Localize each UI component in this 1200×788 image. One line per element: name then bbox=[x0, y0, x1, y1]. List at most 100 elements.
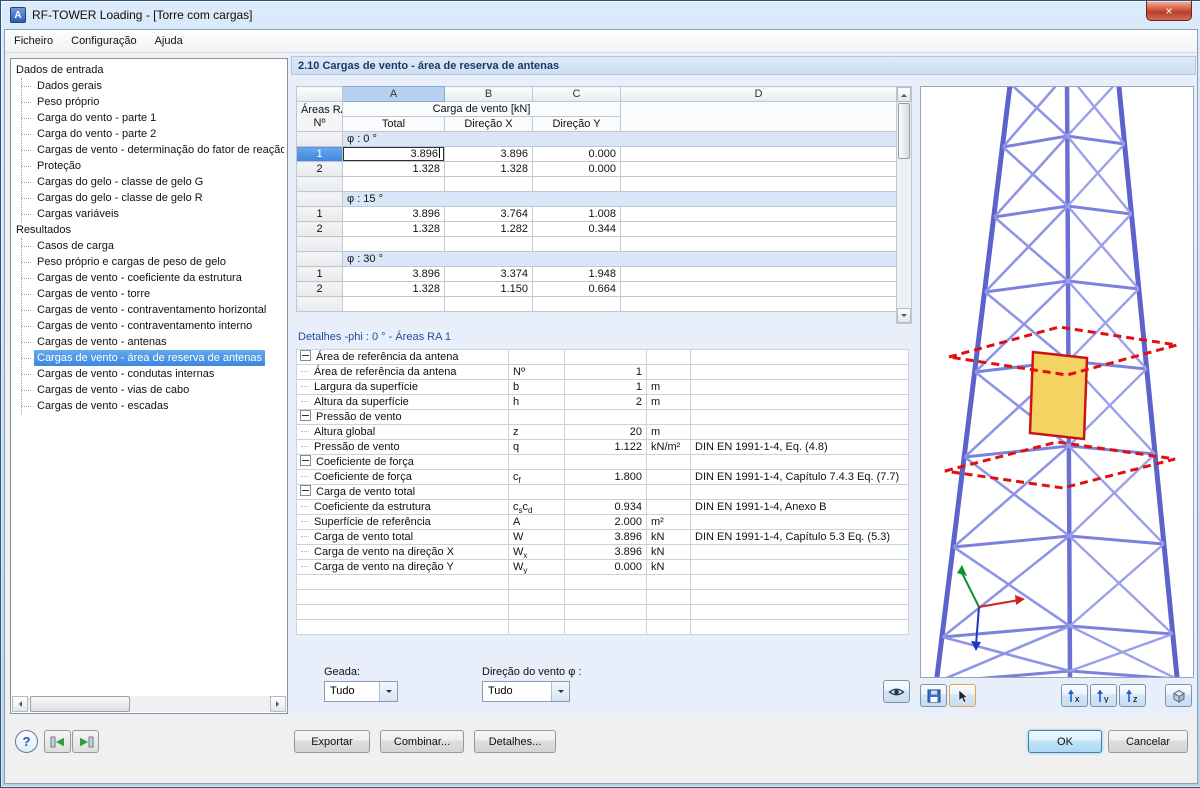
row-header[interactable] bbox=[296, 251, 343, 267]
table-cell[interactable] bbox=[342, 176, 445, 192]
row-header[interactable]: 2 bbox=[296, 281, 343, 297]
tree-item[interactable]: Cargas de vento - área de reserva de ant… bbox=[22, 350, 284, 366]
table-cell[interactable] bbox=[532, 176, 621, 192]
tree-item[interactable]: Cargas de vento - contraventamento inter… bbox=[22, 318, 284, 334]
phi-section-row[interactable]: φ : 0 ° bbox=[296, 131, 897, 147]
phi-section-row[interactable]: φ : 30 ° bbox=[296, 251, 897, 267]
table-cell[interactable] bbox=[620, 146, 897, 162]
table-cell[interactable] bbox=[620, 221, 897, 237]
tree-item[interactable]: Cargas de vento - escadas bbox=[22, 398, 284, 414]
view-y-button[interactable]: y bbox=[1090, 684, 1117, 707]
tree-section-label[interactable]: Dados de entrada bbox=[14, 62, 284, 78]
details-group-row[interactable]: Área de referência da antena bbox=[296, 349, 909, 365]
table-cell[interactable] bbox=[532, 296, 621, 312]
column-letter-header[interactable]: D bbox=[620, 86, 897, 102]
table-cell[interactable] bbox=[620, 296, 897, 312]
table-row[interactable]: 1 3.896 3.896 0.000 bbox=[296, 146, 897, 162]
ok-button[interactable]: OK bbox=[1028, 730, 1102, 753]
tree-section-label[interactable]: Resultados bbox=[14, 222, 284, 238]
row-header[interactable] bbox=[296, 191, 343, 207]
row-header[interactable]: 2 bbox=[296, 161, 343, 177]
tree-item[interactable]: Peso próprio bbox=[22, 94, 284, 110]
tree-item[interactable]: Cargas de vento - condutas internas bbox=[22, 366, 284, 382]
collapse-icon[interactable] bbox=[300, 485, 311, 496]
show-graphic-button[interactable] bbox=[883, 680, 910, 703]
column-letter-header[interactable]: B bbox=[444, 86, 533, 102]
menu-item[interactable]: Configuração bbox=[62, 31, 145, 51]
table-row[interactable]: 1 3.896 3.374 1.948 bbox=[296, 266, 897, 282]
save-image-button[interactable] bbox=[920, 684, 947, 707]
wind-loads-table[interactable]: ABCDÁreas RANºCarga de vento [kN]TotalDi… bbox=[296, 86, 897, 312]
table-row[interactable]: 2 1.328 1.328 0.000 bbox=[296, 161, 897, 177]
tree-item[interactable]: Cargas variáveis bbox=[22, 206, 284, 222]
table-cell[interactable]: 3.896 bbox=[342, 206, 445, 222]
details-group-row[interactable]: Carga de vento total bbox=[296, 484, 909, 500]
scroll-up-button[interactable] bbox=[897, 87, 911, 102]
pointer-mode-button[interactable] bbox=[949, 684, 976, 707]
geada-select[interactable]: Tudo bbox=[324, 681, 398, 702]
help-button[interactable]: ? bbox=[15, 730, 38, 753]
row-header[interactable] bbox=[296, 296, 343, 312]
column-letter-header[interactable]: A bbox=[342, 86, 445, 102]
scrollbar-thumb[interactable] bbox=[898, 103, 910, 159]
tree-item[interactable]: Peso próprio e cargas de peso de gelo bbox=[22, 254, 284, 270]
row-header[interactable] bbox=[296, 131, 343, 147]
table-cell[interactable] bbox=[620, 281, 897, 297]
table-row[interactable]: 2 1.328 1.282 0.344 bbox=[296, 221, 897, 237]
table-cell[interactable]: 0.000 bbox=[532, 161, 621, 177]
details-button[interactable]: Detalhes... bbox=[474, 730, 556, 753]
chevron-down-icon[interactable] bbox=[379, 682, 397, 701]
tree-item[interactable]: Proteção bbox=[22, 158, 284, 174]
table-cell[interactable] bbox=[620, 206, 897, 222]
collapse-icon[interactable] bbox=[300, 455, 311, 466]
close-button[interactable]: × bbox=[1146, 1, 1192, 21]
tree-item[interactable]: Cargas de vento - antenas bbox=[22, 334, 284, 350]
scrollbar-track[interactable] bbox=[28, 696, 270, 712]
tree-item[interactable]: Cargas de vento - contraventamento horiz… bbox=[22, 302, 284, 318]
row-header[interactable]: 2 bbox=[296, 221, 343, 237]
previous-module-button[interactable] bbox=[44, 730, 71, 753]
collapse-icon[interactable] bbox=[300, 410, 311, 421]
table-cell[interactable]: 1.328 bbox=[342, 281, 445, 297]
table-row[interactable]: 1 3.896 3.764 1.008 bbox=[296, 206, 897, 222]
table-cell[interactable]: 0.000 bbox=[532, 146, 621, 162]
tree-item[interactable]: Casos de carga bbox=[22, 238, 284, 254]
table-cell[interactable]: 3.896 bbox=[444, 146, 533, 162]
details-group-row[interactable]: Coeficiente de força bbox=[296, 454, 909, 470]
column-letter-header[interactable]: C bbox=[532, 86, 621, 102]
export-button[interactable]: Exportar bbox=[294, 730, 370, 753]
combine-button[interactable]: Combinar... bbox=[380, 730, 464, 753]
table-cell[interactable]: 1.328 bbox=[444, 161, 533, 177]
details-group-row[interactable]: Pressão de vento bbox=[296, 409, 909, 425]
tree-item[interactable]: Cargas do gelo - classe de gelo G bbox=[22, 174, 284, 190]
tree-item[interactable]: Carga do vento - parte 1 bbox=[22, 110, 284, 126]
table-cell[interactable]: 1.282 bbox=[444, 221, 533, 237]
table-cell[interactable] bbox=[444, 176, 533, 192]
tower-3d-view[interactable] bbox=[920, 86, 1194, 678]
table-cell[interactable] bbox=[444, 296, 533, 312]
table-cell[interactable]: 1.150 bbox=[444, 281, 533, 297]
table-cell[interactable] bbox=[620, 176, 897, 192]
tree-item[interactable]: Dados gerais bbox=[22, 78, 284, 94]
scroll-right-button[interactable] bbox=[270, 696, 286, 712]
view-x-button[interactable]: x bbox=[1061, 684, 1088, 707]
table-cell[interactable] bbox=[532, 236, 621, 252]
menu-item[interactable]: Ajuda bbox=[146, 31, 192, 51]
row-header[interactable]: 1 bbox=[296, 266, 343, 282]
tree-item[interactable]: Cargas do gelo - classe de gelo R bbox=[22, 190, 284, 206]
table-cell[interactable] bbox=[620, 161, 897, 177]
tree-item[interactable]: Cargas de vento - torre bbox=[22, 286, 284, 302]
row-header[interactable] bbox=[296, 236, 343, 252]
chevron-down-icon[interactable] bbox=[551, 682, 569, 701]
table-cell[interactable]: 1.008 bbox=[532, 206, 621, 222]
scroll-left-button[interactable] bbox=[12, 696, 28, 712]
scrollbar-thumb[interactable] bbox=[30, 696, 130, 712]
table-cell[interactable]: 3.764 bbox=[444, 206, 533, 222]
row-header[interactable]: 1 bbox=[296, 206, 343, 222]
wind-direction-select[interactable]: Tudo bbox=[482, 681, 570, 702]
scroll-down-button[interactable] bbox=[897, 308, 911, 323]
table-cell[interactable]: 1.328 bbox=[342, 161, 445, 177]
table-cell[interactable] bbox=[342, 236, 445, 252]
tree-item[interactable]: Cargas de vento - coeficiente da estrutu… bbox=[22, 270, 284, 286]
row-header[interactable]: 1 bbox=[296, 146, 343, 162]
